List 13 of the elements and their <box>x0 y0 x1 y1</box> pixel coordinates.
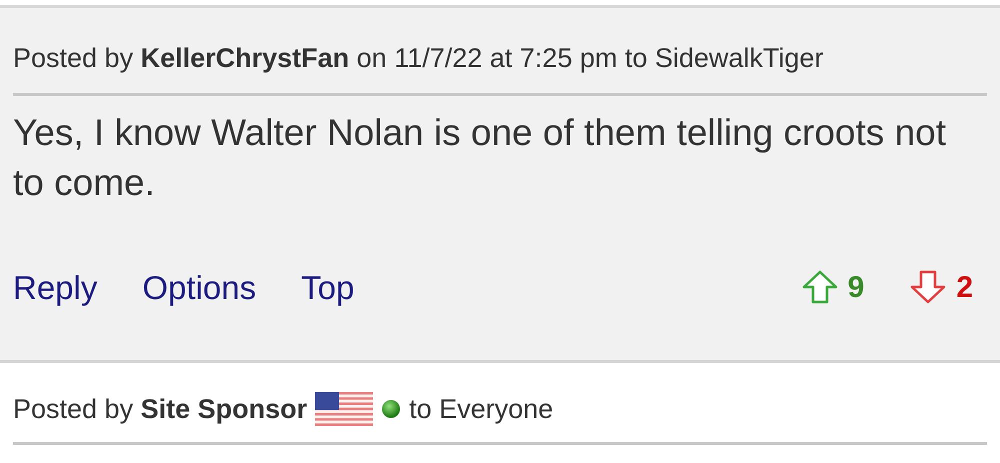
byline: Posted by KellerChrystFan on 11/7/22 at 7:25 pm to SidewalkTiger <box>13 42 824 75</box>
action-link[interactable]: Reply <box>13 262 98 312</box>
post-text: Yes, I know Walter Nolan is one of them telling croots not to come. <box>13 110 948 204</box>
upvote-count: 9 <box>848 270 864 306</box>
status-dot-icon <box>381 399 402 420</box>
downvote-icon[interactable] <box>910 270 946 304</box>
flag-icon <box>315 392 374 426</box>
action-link[interactable]: Options <box>142 262 256 312</box>
recipient: to Everyone <box>409 393 554 426</box>
downvote-count: 2 <box>956 270 973 306</box>
byline: Posted by Site Sponsor <box>13 393 308 426</box>
action-link[interactable]: Top <box>301 262 354 312</box>
upvote-icon[interactable] <box>802 270 838 304</box>
